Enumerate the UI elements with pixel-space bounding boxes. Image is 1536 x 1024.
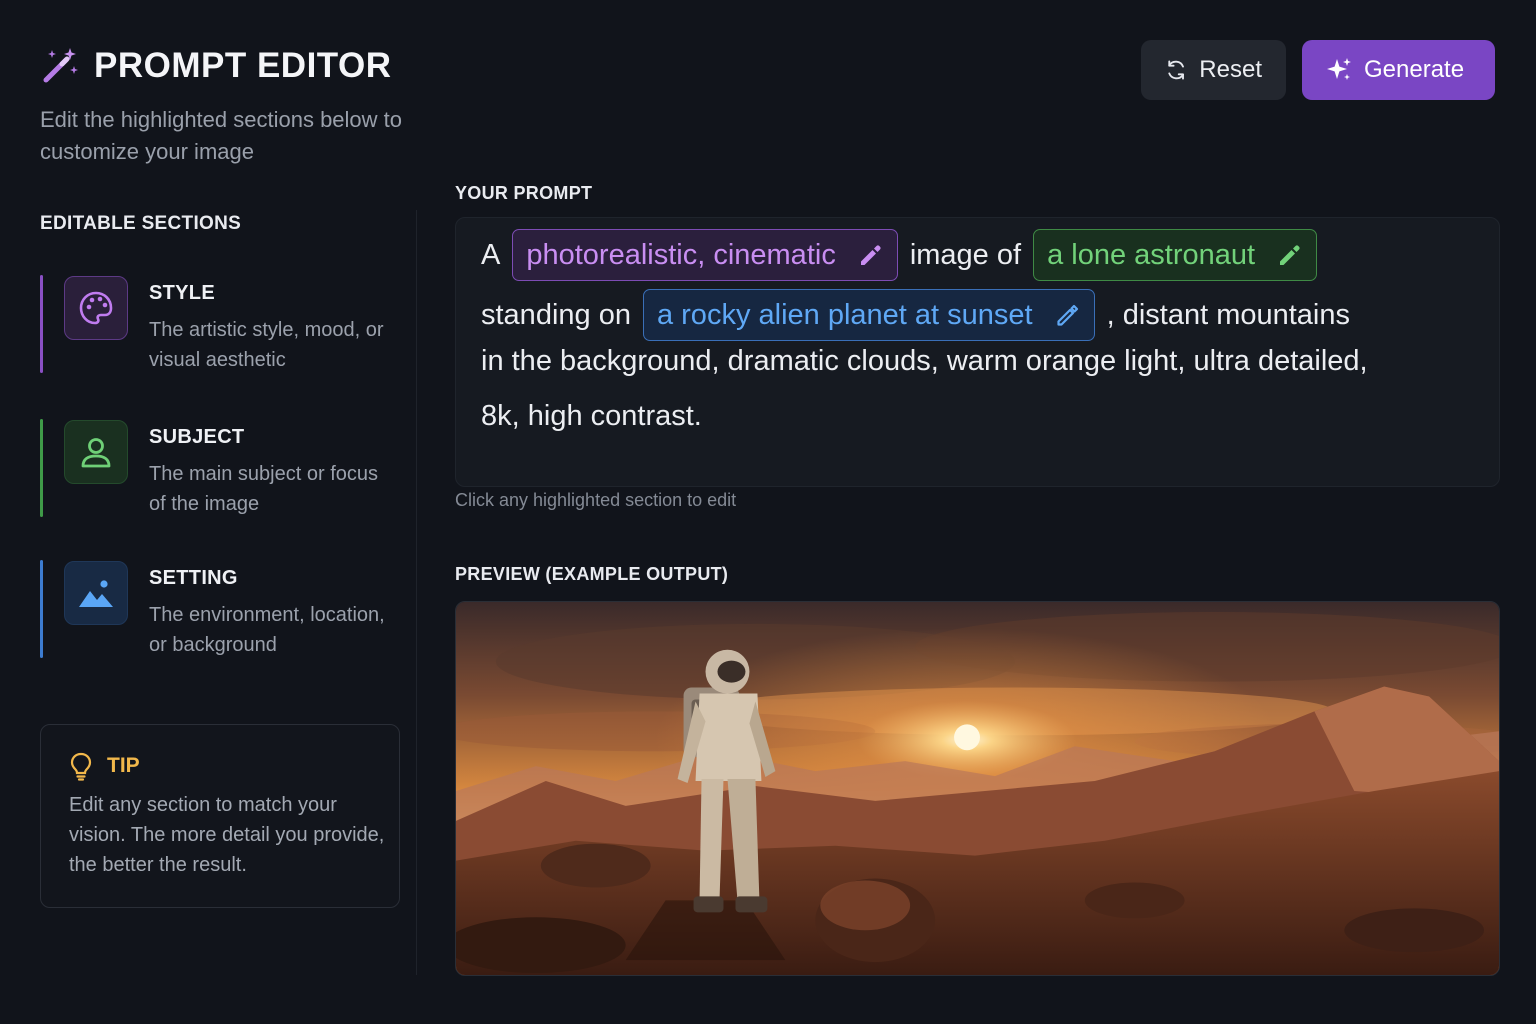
subject-icon-box bbox=[64, 420, 128, 484]
reset-button[interactable]: Reset bbox=[1141, 40, 1286, 100]
toolbar: Reset Generate bbox=[1141, 40, 1495, 100]
setting-chip-text: a rocky alien planet at sunset bbox=[656, 298, 1033, 331]
sidebar-item-setting[interactable]: SETTING The environment, location, or ba… bbox=[40, 560, 400, 658]
setting-chip[interactable]: a rocky alien planet at sunset bbox=[642, 289, 1095, 341]
tip-text: Edit any section to match your vision. T… bbox=[69, 794, 385, 876]
subject-accent-bar bbox=[40, 419, 43, 517]
sidebar-item-subject[interactable]: SUBJECT The main subject or focus of the… bbox=[40, 419, 400, 517]
preview-image bbox=[455, 601, 1500, 976]
prompt-text-after-setting: , distant mountains bbox=[1106, 298, 1351, 331]
prompt-line-1: A photorealistic, cinematic image of a l… bbox=[481, 229, 1329, 281]
prompt-text-line-4: 8k, high contrast. bbox=[481, 400, 702, 432]
style-chip-text: photorealistic, cinematic bbox=[526, 238, 836, 271]
page-title: PROMPT EDITOR bbox=[94, 46, 392, 85]
tip-header: TIP bbox=[67, 751, 140, 781]
prompt-line-4: 8k, high contrast. bbox=[481, 400, 702, 433]
lightbulb-icon bbox=[70, 752, 92, 781]
magic-wand-icon bbox=[43, 48, 78, 83]
generate-button[interactable]: Generate bbox=[1302, 40, 1495, 100]
setting-accent-bar bbox=[40, 560, 43, 658]
subject-description: The main subject or focus of the image bbox=[149, 463, 378, 515]
editable-sections-heading: EDITABLE SECTIONS bbox=[40, 213, 242, 234]
sparkle-icon bbox=[1327, 58, 1351, 80]
sidebar-item-style[interactable]: STYLE The artistic style, mood, or visua… bbox=[40, 275, 400, 373]
generate-label: Generate bbox=[1364, 56, 1465, 83]
page-subtitle: Edit the highlighted sections below to c… bbox=[40, 107, 403, 164]
sidebar-divider bbox=[416, 210, 417, 975]
app-title: PROMPT EDITOR bbox=[40, 46, 392, 86]
tip-card: TIP Edit any section to match your visio… bbox=[40, 724, 400, 908]
prompt-line-3: in the background, dramatic clouds, warm… bbox=[481, 345, 1368, 378]
landscape-icon bbox=[79, 580, 113, 607]
reset-label: Reset bbox=[1199, 56, 1262, 83]
refresh-icon bbox=[1168, 60, 1184, 80]
setting-icon-box bbox=[64, 561, 128, 625]
preview-scene bbox=[456, 602, 1499, 975]
prompt-editor[interactable]: A photorealistic, cinematic image of a l… bbox=[455, 217, 1500, 487]
pencil-icon bbox=[860, 245, 881, 265]
style-chip[interactable]: photorealistic, cinematic bbox=[512, 229, 898, 281]
style-accent-bar bbox=[40, 275, 43, 373]
prompt-text-standing-on: standing on bbox=[481, 298, 631, 331]
subject-chip-text: a lone astronaut bbox=[1047, 238, 1256, 271]
subject-label: SUBJECT bbox=[149, 426, 245, 448]
prompt-text-image-of: image of bbox=[909, 238, 1022, 271]
prompt-text-a: A bbox=[481, 238, 501, 271]
style-label: STYLE bbox=[149, 282, 215, 304]
person-icon bbox=[81, 438, 111, 468]
tip-title: TIP bbox=[107, 754, 140, 777]
style-icon-box bbox=[64, 276, 128, 340]
pencil-icon bbox=[1056, 304, 1078, 326]
preview-label: PREVIEW (EXAMPLE OUTPUT) bbox=[455, 564, 729, 584]
palette-icon bbox=[79, 291, 113, 325]
prompt-hint: Click any highlighted section to edit bbox=[455, 490, 737, 510]
your-prompt-label: YOUR PROMPT bbox=[455, 183, 593, 203]
style-description: The artistic style, mood, or visual aest… bbox=[149, 319, 384, 371]
subject-chip[interactable]: a lone astronaut bbox=[1033, 229, 1318, 281]
pencil-icon bbox=[1280, 245, 1300, 265]
setting-description: The environment, location, or background bbox=[149, 604, 385, 656]
prompt-text-line-3: in the background, dramatic clouds, warm… bbox=[481, 345, 1368, 377]
prompt-line-2: standing on a rocky alien planet at suns… bbox=[481, 289, 1350, 341]
setting-label: SETTING bbox=[149, 567, 238, 589]
